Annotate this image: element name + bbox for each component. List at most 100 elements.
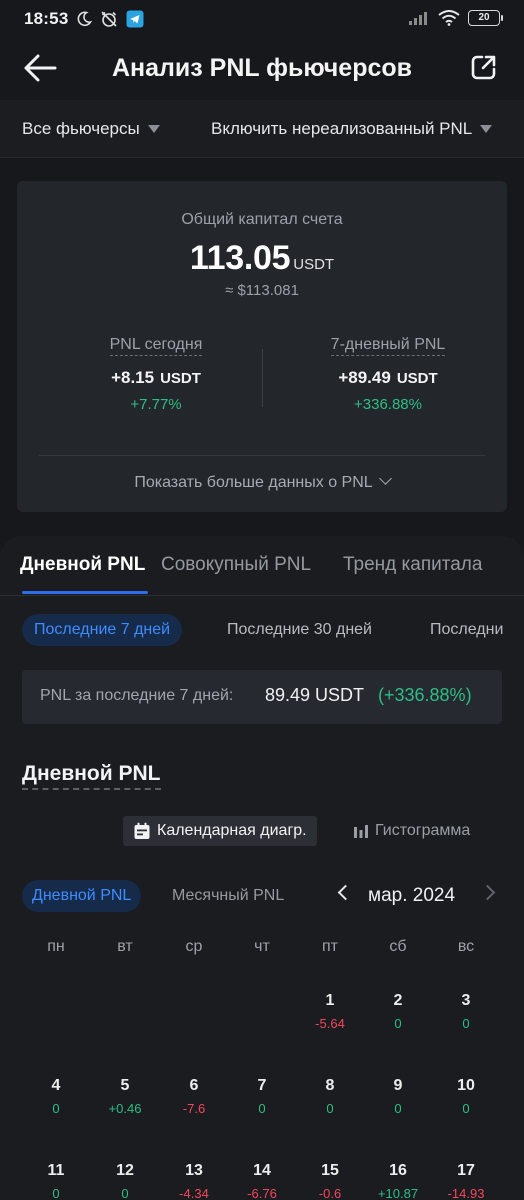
calendar-day[interactable]: 15 -0.6 [296,1162,364,1200]
weekday-label: вс [457,938,475,955]
calendar-day-pnl: 0 [52,1101,60,1116]
calendar-day[interactable]: 14 -6.76 [228,1162,296,1200]
calendar-day[interactable]: 40 [22,1077,90,1116]
calendar-day-pnl: 0 [394,1016,402,1031]
calendar-view-button[interactable]: Календарная диагр. [123,816,317,846]
calendar-day[interactable]: 10 0 [432,1077,500,1116]
show-more-pnl-link[interactable]: Показать больше данных о PNL [17,472,507,492]
calendar-day[interactable]: 80 [296,1077,364,1116]
pnl-summary-box: PNL за последние 7 дней: 89.49 USDT (+33… [22,670,502,724]
chevron-right-icon[interactable] [479,884,496,901]
contract-filter-label: Все фьючерсы [22,119,140,138]
chevron-down-icon [378,472,392,485]
pnl-7day-label[interactable]: 7-дневный PNL [330,336,446,356]
tab-cumulative-pnl[interactable]: Совокупный PNL [161,554,311,576]
card-divider-vertical [262,349,263,407]
contract-filter-dropdown[interactable]: Все фьючерсы [22,119,160,139]
pnl-7day-value-row: +89.49 USDT [293,368,483,388]
calendar-day[interactable]: 17 -14.93 [432,1162,500,1200]
period-row: Дневной PNL Месячный PNL мар. 2024 [0,880,524,914]
calendar-day-pnl: -4.34 [179,1186,209,1200]
filter-bar: Все фьючерсы Включить нереализованный PN… [0,100,524,158]
signal-icon [409,12,427,25]
unrealized-pnl-label: Включить нереализованный PNL [211,119,473,138]
calendar-day-pnl: -5.64 [315,1016,345,1031]
unrealized-pnl-dropdown[interactable]: Включить нереализованный PNL [211,119,493,139]
tab-daily-pnl[interactable]: Дневной PNL [20,554,145,576]
pnl-today-value: +8.15 [111,368,155,387]
total-capital-value: 113.05 [189,239,291,277]
pnl-7day-block: 7-дневный PNL +89.49 USDT +336.88% [293,336,483,413]
calendar-day[interactable]: 5 +0.46 [91,1077,159,1116]
total-capital-label: Общий капитал счета [181,211,343,228]
weekday-label: вт [117,938,133,955]
wifi-icon [438,10,460,26]
calendar-day-number: 3 [461,992,471,1009]
range-7-days[interactable]: Последние 7 дней [22,614,183,646]
active-tab-indicator [22,591,148,594]
calendar-day[interactable]: 1 -5.64 [296,992,364,1031]
weekday-label: ср [185,938,203,955]
histogram-view-button[interactable]: Гистограмма [343,816,480,846]
app-header: Анализ PNL фьючерсов [0,38,524,100]
calendar-day[interactable]: 11 0 [22,1162,90,1200]
pnl-today-value-row: +8.15 USDT [61,368,251,388]
tab-capital-trend[interactable]: Тренд капитала [343,554,482,576]
weekday-header: пн вт ср чт пт сб вс [0,938,524,962]
weekday-label: пт [322,938,338,955]
calendar-day-number: 16 [389,1162,407,1179]
card-divider-horizontal [39,455,485,456]
account-summary-card: Общий капитал счета 113.05 USDT ≈ $113.08… [17,181,507,512]
pnl-today-block: PNL сегодня +8.15 USDT +7.77% [61,336,251,413]
status-left-icons [76,10,144,28]
summary-percent: (+336.88%) [378,685,472,705]
page-title: Анализ PNL фьючерсов [111,54,413,82]
calendar-day-pnl: -6.76 [247,1186,277,1200]
daily-period-chip[interactable]: Дневной PNL [22,880,142,912]
calendar-day-pnl: 0 [52,1186,60,1200]
section-title[interactable]: Дневной PNL [22,762,161,790]
status-right-icons: 20 [408,10,503,26]
calendar-day-number: 1 [325,992,335,1009]
pnl-today-label[interactable]: PNL сегодня [109,336,203,356]
calendar-day-number: 8 [325,1077,335,1094]
pnl-7day-value: +89.49 [338,368,391,387]
view-toggle: Календарная диагр. Гистограмма [123,816,503,848]
status-time: 18:53 [24,9,69,28]
weekday-label: пн [47,938,65,955]
calendar-day[interactable]: 20 [364,992,432,1031]
calendar-day[interactable]: 90 [364,1077,432,1116]
calendar-day-pnl: -7.6 [182,1101,206,1116]
calendar-day-pnl: 0 [258,1101,266,1116]
pnl-sheet: Дневной PNL Совокупный PNL Тренд капитал… [0,536,524,1200]
dropdown-triangle-icon [480,125,493,133]
calendar-day-pnl: +0.46 [108,1101,142,1116]
chevron-left-icon[interactable] [337,884,354,901]
pnl-tabs: Дневной PNL Совокупный PNL Тренд капитал… [0,536,524,596]
calendar-day-pnl: +10.87 [377,1186,419,1200]
show-more-pnl-label: Показать больше данных о PNL [134,474,373,491]
calendar-day[interactable]: 12 0 [91,1162,159,1200]
dropdown-triangle-icon [147,125,160,133]
histogram-view-label: Гистограмма [375,822,471,839]
calendar-day[interactable]: 6 -7.6 [160,1077,228,1116]
calendar-day[interactable]: 70 [228,1077,296,1116]
calendar-day[interactable]: 13 -4.34 [160,1162,228,1200]
range-more[interactable]: Последни [418,614,515,646]
calendar-icon [134,822,150,839]
calendar-day-number: 4 [51,1077,61,1094]
weekday-label: чт [254,938,270,955]
calendar-day[interactable]: 16 +10.87 [364,1162,432,1200]
pnl-today-percent: +7.77% [130,396,182,413]
total-capital-approx: ≈ $113.081 [225,282,299,299]
monthly-period-chip[interactable]: Месячный PNL [162,880,294,912]
calendar-day-number: 11 [47,1162,65,1179]
range-30-days[interactable]: Последние 30 дней [215,614,384,646]
calendar-day-number: 5 [120,1077,130,1094]
calendar-day[interactable]: 30 [432,992,500,1031]
alarm-off-icon [101,11,117,27]
calendar-day-pnl: 0 [121,1186,129,1200]
share-icon[interactable] [470,53,498,81]
calendar-grid: 1 -5.64 2 0 3 0 4 0 5 +0.46 6 -7.6 7 0 8 0 9 0 10 0 11 0 12 0 13… [0,992,524,1200]
calendar-day-pnl: 0 [394,1101,402,1116]
